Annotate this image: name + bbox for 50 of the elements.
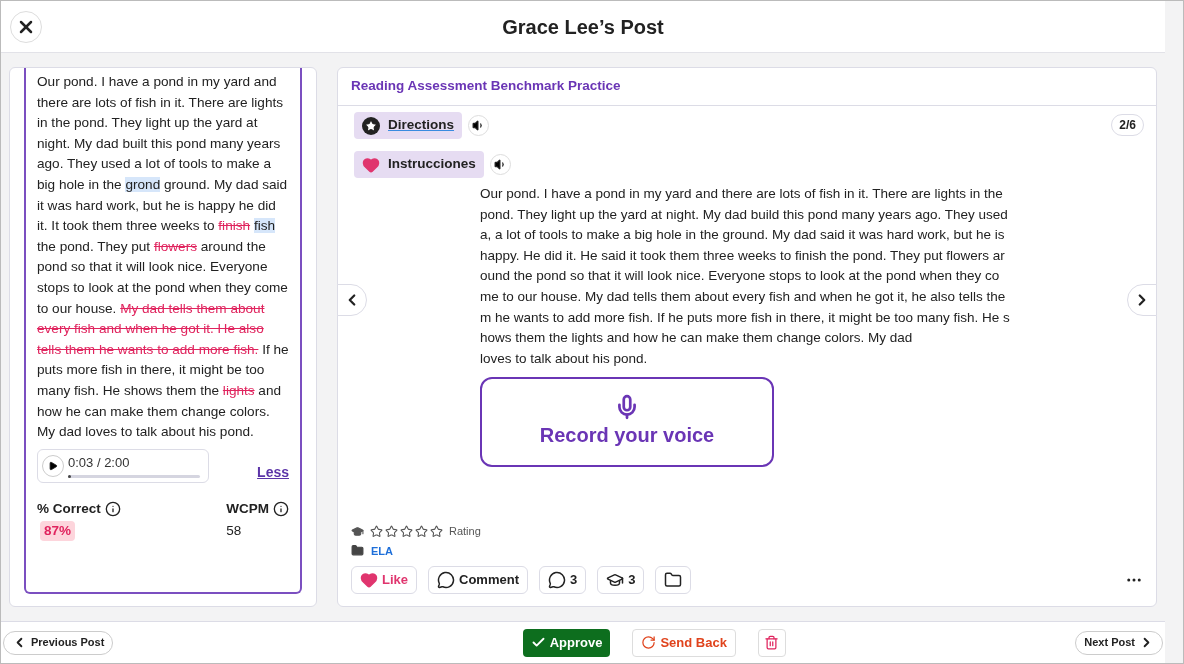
rating-label: Rating <box>449 524 481 539</box>
less-link[interactable]: Less <box>257 461 289 483</box>
heart-icon <box>360 571 378 589</box>
transcript-text: Our pond. I have a pond in my yard and there are lots of fish in it. There are lights in the pond. They light up the yard at night. My dad built this pond many years ago. They used a lot of tools to make a big hole in the grond ground. My dad said it was hard work, but he is happy he did it. It took them three weeks to finish fish the pond. They put flowers around the pond so that it will look nice. Everyone stops to look at the pond when they come to our house. My dad tells them about every fish and when he got it. He also tells them he wants to add more fish. If he puts more fish in there, it might be too many fish. He shows them the lights and how he can make them change colors. My dad loves to talk about his pond. <box>37 73 289 442</box>
stat-label: % Correct <box>37 499 101 518</box>
rating-star-icon[interactable] <box>385 524 398 538</box>
send-back-button[interactable]: Send Back <box>632 628 736 657</box>
like-button[interactable]: Like <box>351 566 417 594</box>
rating-star-icon[interactable] <box>400 524 413 538</box>
stat-value: 58 <box>226 521 242 540</box>
rating-star-icon[interactable] <box>430 524 443 538</box>
speech-bubble-icon <box>547 571 566 589</box>
passage-text: Our pond. I have a pond in my yard and there are lots of fish in it. There are lights in the pond. They light up the yard at night. My dad build this pond many years ago. They used a, a lot of tools to make a big hole in the ground. My dad said it was hard work, but he is happy. He did it. He said it took them three weeks to finish the pond. They put flowers around the pond so that it will look nice. Everyone stops to look at the pond when they come to our house. My dad tells them about every fish and when he got it, he also tells them he wants to add more fish. If he puts more fish in there, it might be too many fish. He shows them the lights and how he can make them change colors. My dad loves to talk about his pond. <box>480 185 1010 368</box>
star-rating[interactable] <box>370 524 443 538</box>
speech-bubble-icon <box>437 571 455 589</box>
folder-icon <box>351 544 364 558</box>
close-button[interactable] <box>10 11 42 43</box>
info-icon[interactable] <box>104 500 121 517</box>
window-title: Grace Lee’s Post <box>502 14 664 40</box>
refresh-icon <box>641 635 657 650</box>
audio-time: 0:03 / 2:00 <box>68 454 131 473</box>
heart-icon <box>362 155 380 174</box>
directions-button[interactable]: Directions <box>354 112 463 139</box>
approve-button[interactable]: Approve <box>522 628 611 657</box>
rating-star-icon[interactable] <box>370 524 383 538</box>
stat-label: WCPM <box>226 499 269 518</box>
star-badge-icon <box>362 116 380 135</box>
folder-button[interactable] <box>655 566 692 594</box>
previous-arrow-button[interactable] <box>337 284 367 316</box>
post-title: Reading Assessment Benchmark Practice <box>351 77 621 96</box>
trash-icon <box>764 635 780 650</box>
comment-button[interactable]: Comment <box>428 566 528 594</box>
teacher-comments-button[interactable]: 3 <box>538 566 587 594</box>
next-arrow-button[interactable] <box>1127 284 1157 316</box>
audio-player[interactable]: 0:03 / 2:00 <box>37 448 209 483</box>
record-voice-button[interactable]: Record your voice <box>480 377 774 468</box>
instructions-button[interactable]: Instrucciones <box>354 151 484 178</box>
graduation-cap-icon <box>351 524 364 538</box>
play-icon <box>48 460 58 471</box>
audio-progress-track[interactable] <box>68 474 200 478</box>
speaker-icon <box>493 158 507 171</box>
folder-icon <box>664 571 683 589</box>
graduation-cap-icon <box>606 571 625 589</box>
folder-tag[interactable]: ELA <box>371 542 393 559</box>
delete-button[interactable] <box>757 628 786 657</box>
students-button[interactable]: 3 <box>597 566 645 594</box>
info-icon[interactable] <box>273 500 289 517</box>
stat-value: 87% <box>40 520 76 542</box>
check-icon <box>530 635 546 650</box>
rating-star-icon[interactable] <box>415 524 428 538</box>
